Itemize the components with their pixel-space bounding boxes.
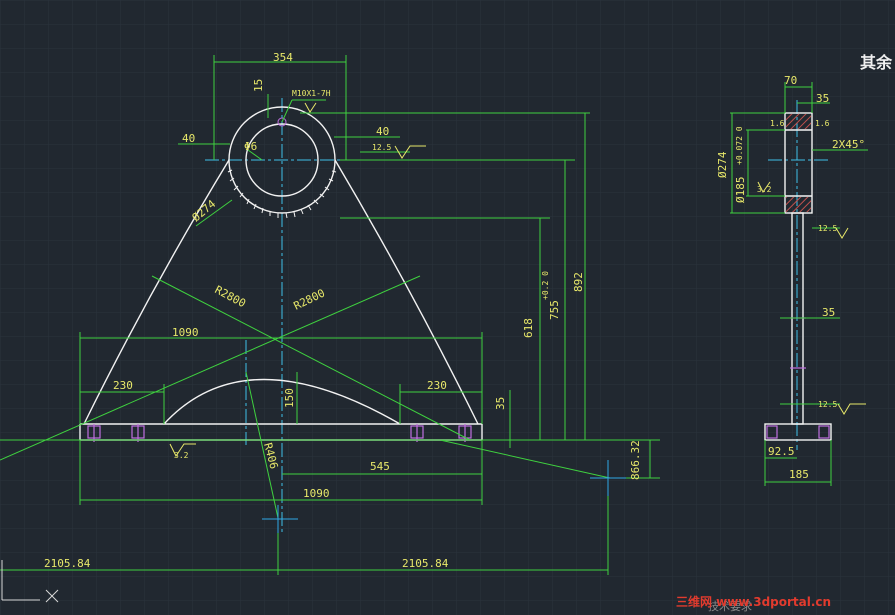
- thread-note: M10X1-7H: [292, 89, 331, 98]
- cad-drawing-canvas[interactable]: 354 15 M10X1-7H Φ6 40 40 12.5 Ø274 R2800…: [0, 0, 895, 615]
- dim-35-base: 35: [494, 397, 507, 410]
- dim-354: 354: [273, 51, 293, 64]
- dim-866-32: 866.32: [629, 440, 642, 480]
- dim-755-tolerance: +0.2 0: [541, 271, 550, 300]
- dim-2105-left: 2105.84: [44, 557, 91, 570]
- side-roughness-bore: 3.2: [757, 185, 772, 194]
- side-roughness-mid: 12.5: [818, 224, 837, 233]
- dim-2105-right: 2105.84: [402, 557, 449, 570]
- dim-1090-bottom: 1090: [303, 487, 330, 500]
- side-dim-185: 185: [789, 468, 809, 481]
- roughness-base-value: 3.2: [174, 451, 189, 460]
- side-tol-right: 1.6: [815, 119, 830, 128]
- dim-230-left: 230: [113, 379, 133, 392]
- dim-phi6: Φ6: [244, 140, 257, 153]
- side-dim-phi185: Ø185: [734, 177, 747, 204]
- dim-230-right: 230: [427, 379, 447, 392]
- dim-618: 618: [522, 318, 535, 338]
- dim-545: 545: [370, 460, 390, 473]
- side-dim-35-top: 35: [816, 92, 829, 105]
- side-chamfer: 2X45°: [832, 138, 865, 151]
- dim-1090-top: 1090: [172, 326, 199, 339]
- dim-892: 892: [572, 272, 585, 292]
- model-space-grid: [0, 0, 895, 615]
- side-tol-left: 1.6: [770, 119, 785, 128]
- side-bore-tolerance: +0.072 0: [735, 126, 744, 165]
- dim-150: 150: [283, 388, 296, 408]
- site-watermark: 三维网 www.3dportal.cn: [676, 594, 831, 609]
- side-roughness-lower: 12.5: [818, 400, 837, 409]
- side-dim-phi274: Ø274: [716, 151, 729, 178]
- dim-755: 755: [548, 300, 561, 320]
- side-dim-35-web: 35: [822, 306, 835, 319]
- dim-40-right: 40: [376, 125, 389, 138]
- notes-heading: 其余: [860, 53, 893, 72]
- roughness-top-value: 12.5: [372, 143, 391, 152]
- side-dim-70: 70: [784, 74, 797, 87]
- dim-40-left: 40: [182, 132, 195, 145]
- dim-15: 15: [252, 79, 265, 92]
- side-dim-92-5: 92.5: [768, 445, 795, 458]
